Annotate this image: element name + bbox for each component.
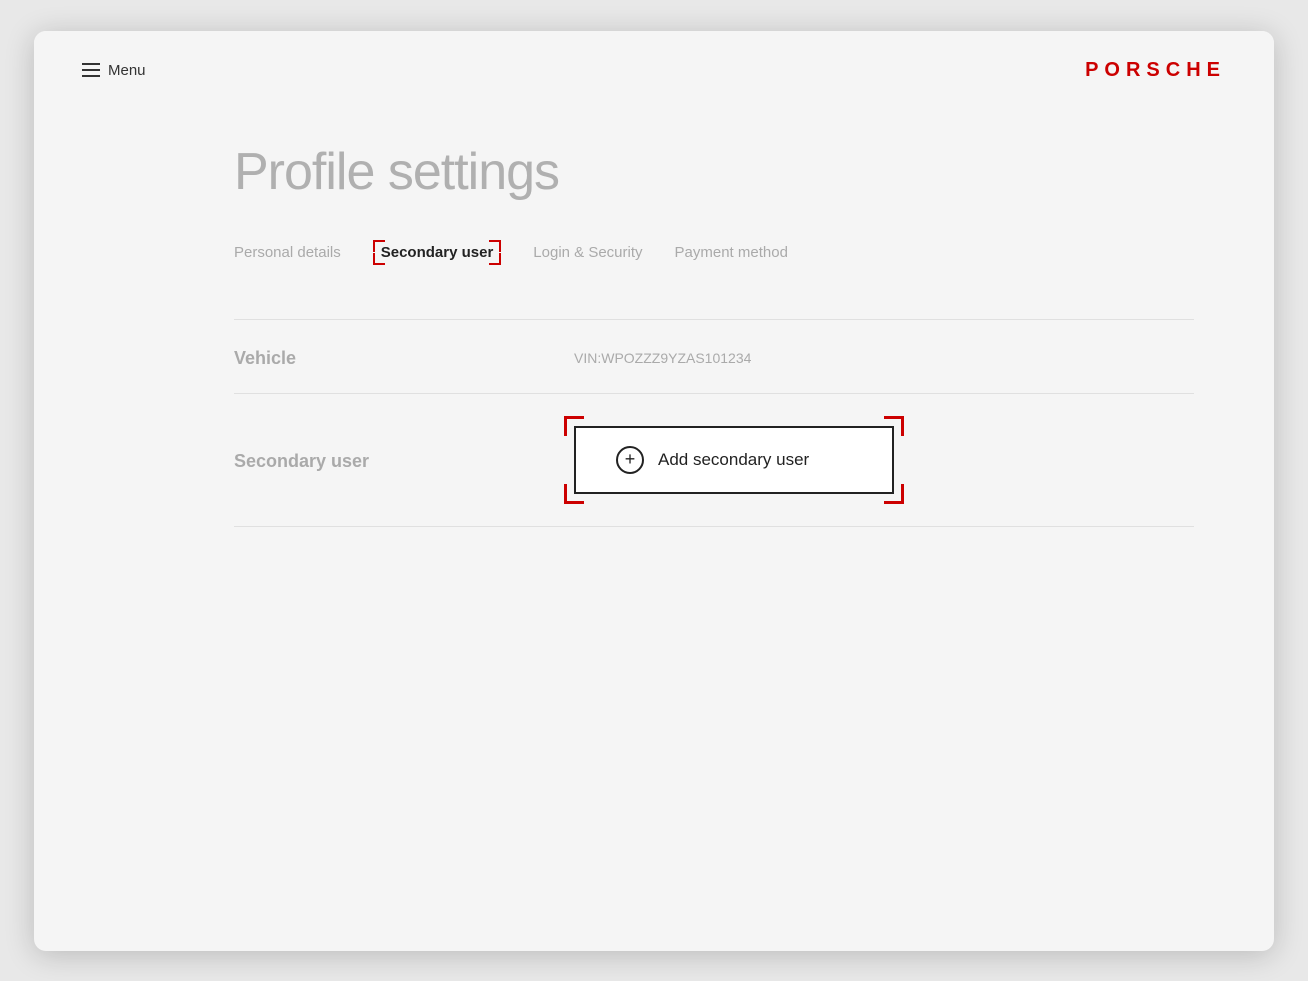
add-secondary-user-container: + Add secondary user [574, 426, 894, 494]
bracket-top-left [564, 416, 584, 436]
porsche-logo: PORSCHE [1085, 59, 1226, 82]
menu-button[interactable]: Menu [82, 62, 146, 79]
bracket-bottom-left [564, 484, 584, 504]
tab-personal-details[interactable]: Personal details [234, 238, 341, 267]
plus-circle-icon: + [616, 446, 644, 474]
hamburger-icon [82, 63, 100, 77]
page-title: Profile settings [234, 142, 1194, 202]
bracket-bottom-right [884, 484, 904, 504]
bracket-top-right [884, 416, 904, 436]
secondary-user-label: Secondary user [234, 447, 574, 472]
vehicle-section: Vehicle VIN:WPOZZZ9YZAS101234 [234, 319, 1194, 394]
add-secondary-user-button[interactable]: + Add secondary user [574, 426, 894, 494]
main-content: Profile settings Personal details Second… [34, 102, 1274, 587]
corner-bottom-right [489, 253, 501, 265]
menu-label: Menu [108, 62, 146, 79]
add-secondary-user-label: Add secondary user [658, 450, 809, 470]
secondary-user-section: Secondary user + Add secondary user [234, 394, 1194, 527]
vehicle-vin: VIN:WPOZZZ9YZAS101234 [574, 344, 751, 366]
corner-bottom-left [373, 253, 385, 265]
corner-top-right [489, 240, 501, 252]
vehicle-label: Vehicle [234, 344, 574, 369]
browser-window: Menu PORSCHE Profile settings Personal d… [34, 31, 1274, 951]
corner-top-left [373, 240, 385, 252]
tab-login-security[interactable]: Login & Security [533, 238, 642, 267]
active-tab-highlight: Secondary user [373, 240, 502, 265]
tab-payment-method[interactable]: Payment method [675, 238, 788, 267]
header: Menu PORSCHE [34, 31, 1274, 102]
tabs-nav: Personal details Secondary user Login & … [234, 234, 1194, 271]
tab-secondary-user[interactable]: Secondary user [373, 234, 502, 271]
